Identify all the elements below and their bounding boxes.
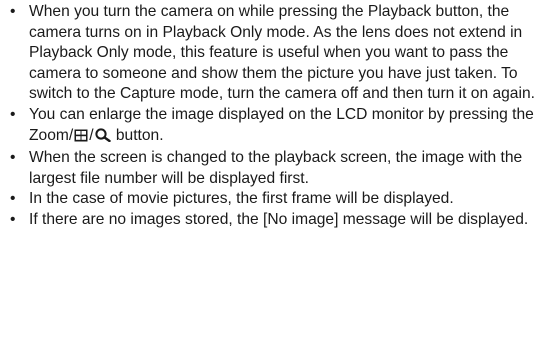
note-text: In the case of movie pictures, the first…	[29, 190, 454, 208]
note-text: When you turn the camera on while pressi…	[29, 3, 535, 103]
bullet: •	[10, 210, 16, 228]
thumbnail-grid-icon	[74, 128, 88, 149]
icon-separator: /	[89, 126, 94, 144]
manual-page: • When you turn the camera on while pres…	[0, 0, 539, 361]
bullet: •	[10, 190, 16, 208]
list-item: • You can enlarge the image displayed on…	[8, 105, 535, 148]
list-item: • When the screen is changed to the play…	[8, 148, 535, 189]
note-text: When the screen is changed to the playba…	[29, 149, 523, 187]
notes-list: • When you turn the camera on while pres…	[8, 2, 535, 231]
bullet: •	[10, 3, 16, 20]
list-item: • If there are no images stored, the [No…	[8, 210, 535, 231]
magnifier-icon	[94, 127, 111, 149]
note-text: If there are no images stored, the [No i…	[29, 210, 529, 228]
bullet: •	[10, 149, 16, 167]
bullet: •	[10, 105, 16, 123]
note-text: button.	[111, 126, 164, 144]
list-item: • In the case of movie pictures, the fir…	[8, 189, 535, 210]
list-item: • When you turn the camera on while pres…	[8, 2, 535, 105]
